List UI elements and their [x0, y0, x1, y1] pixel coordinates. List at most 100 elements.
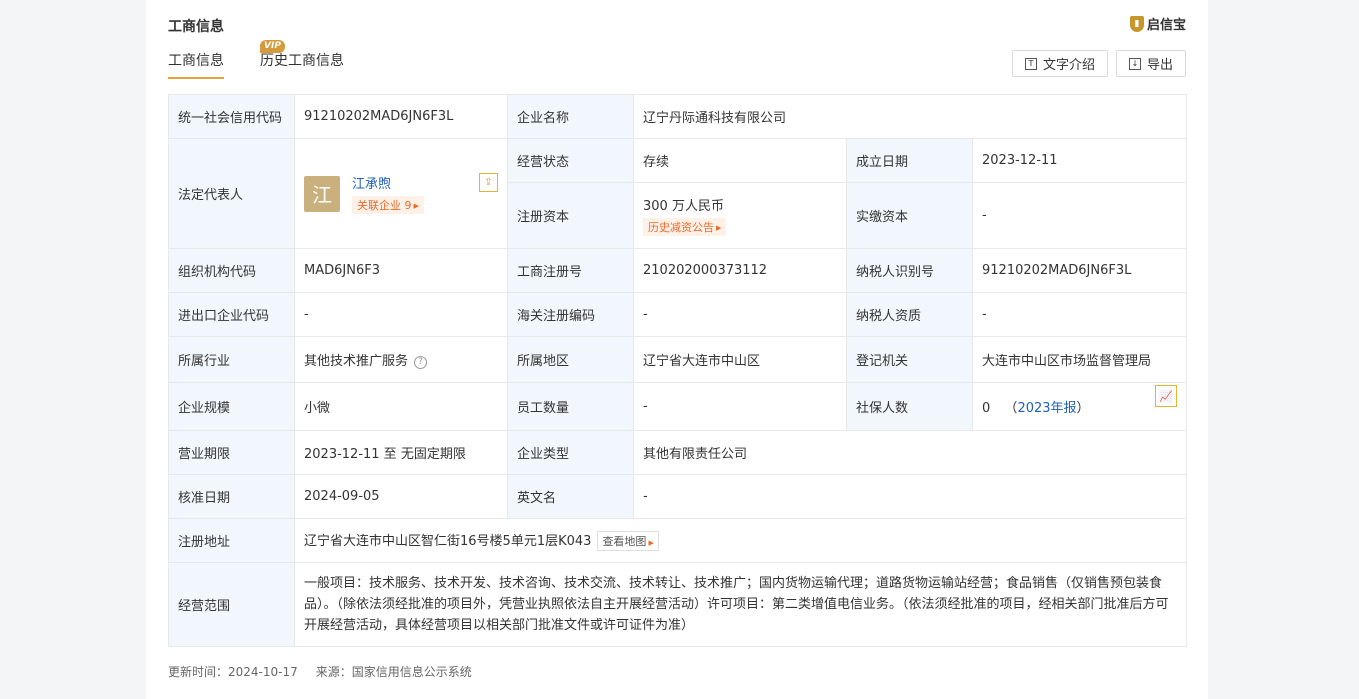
- table-row: 组织机构代码 MAD6JN6F3 工商注册号 210202000373112 纳…: [168, 248, 1188, 293]
- view-map-button[interactable]: 查看地图 ▶: [597, 531, 659, 551]
- industry-cell: 其他技术推广服务?: [294, 336, 508, 383]
- scope-value: 一般项目：技术服务、技术开发、技术咨询、技术交流、技术转让、技术推广；国内货物运…: [293, 562, 1188, 647]
- table-row: 营业期限 2023-12-11 至 无固定期限 企业类型 其他有限责任公司: [168, 430, 1188, 475]
- field-label: 进出口企业代码: [168, 292, 295, 337]
- vip-badge: VIP: [260, 40, 285, 53]
- field-label: 注册资本: [507, 182, 634, 249]
- action-buttons: T 文字介绍 ↓ 导出: [1011, 50, 1186, 77]
- legal-rep: 江 江承煦 关联企业 9 ▶ ⇪: [304, 173, 498, 214]
- footer: 更新时间：2024-10-17 来源：国家信用信息公示系统: [168, 663, 472, 680]
- field-label: 企业类型: [507, 430, 634, 475]
- table-row: 所属行业 其他技术推广服务? 所属地区 辽宁省大连市中山区 登记机关 大连市中山…: [168, 336, 1188, 383]
- insured-wrap: 0 （2023年报） 📈: [982, 385, 1178, 416]
- section-title: 工商信息: [168, 19, 224, 35]
- field-label: 所属地区: [507, 336, 634, 383]
- button-label: 查看地图: [602, 535, 647, 548]
- paren-close: ）: [1076, 401, 1090, 416]
- button-label: 文字介绍: [1042, 58, 1095, 73]
- field-label: 经营范围: [168, 562, 295, 647]
- help-icon[interactable]: ?: [414, 356, 428, 369]
- caret-right-icon: ▶: [716, 224, 722, 232]
- type-value: 其他有限责任公司: [632, 430, 1188, 475]
- reg-capital-value: 300 万人民币: [643, 199, 724, 214]
- text-intro-button[interactable]: T 文字介绍: [1011, 50, 1108, 77]
- table-row: 企业规模 小微 员工数量 - 社保人数 0 （2023年报） 📈: [168, 382, 1188, 431]
- field-label: 纳税人识别号: [846, 248, 973, 293]
- field-label: 注册地址: [168, 518, 295, 563]
- english-name-value: -: [632, 474, 1188, 519]
- field-label: 法定代表人: [168, 138, 295, 249]
- field-label: 企业规模: [168, 382, 295, 431]
- avatar: 江: [304, 175, 340, 212]
- reg-no-value: 210202000373112: [633, 248, 847, 293]
- field-label: 纳税人资质: [846, 292, 973, 337]
- related-companies-tag[interactable]: 关联企业 9 ▶: [352, 196, 424, 214]
- legal-rep-name-link[interactable]: 江承煦: [352, 173, 424, 192]
- share-icon[interactable]: ⇪: [479, 173, 498, 192]
- trend-chart-icon[interactable]: 📈: [1155, 385, 1178, 407]
- updated-time: 更新时间：2024-10-17: [168, 665, 298, 679]
- industry-value: 其他技术推广服务: [304, 354, 409, 369]
- field-label: 核准日期: [168, 474, 295, 519]
- field-label: 英文名: [507, 474, 634, 519]
- credit-code-value: 91210202MAD6JN6F3L: [294, 94, 508, 139]
- field-label: 实缴资本: [846, 182, 973, 249]
- insured-cell: 0 （2023年报） 📈: [971, 382, 1188, 431]
- tab-history-business-info[interactable]: VIP 历史工商信息: [260, 40, 344, 79]
- field-label: 海关注册编码: [507, 292, 634, 337]
- tag-label: 历史减资公告: [648, 221, 714, 234]
- region-value: 辽宁省大连市中山区: [633, 336, 847, 383]
- taxpayer-id-value: 91210202MAD6JN6F3L: [971, 248, 1188, 293]
- button-label: 导出: [1146, 58, 1173, 73]
- field-label: 所属行业: [168, 336, 295, 383]
- table-row: 统一社会信用代码 91210202MAD6JN6F3L 企业名称 辽宁丹际通科技…: [168, 94, 1188, 139]
- address-value: 辽宁省大连市中山区智仁街16号楼5单元1层K043: [304, 534, 592, 549]
- table-row: 进出口企业代码 - 海关注册编码 - 纳税人资质 -: [168, 292, 1188, 337]
- brand-logo: ▮ 启信宝: [1129, 14, 1186, 33]
- org-code-value: MAD6JN6F3: [294, 248, 508, 293]
- export-button[interactable]: ↓ 导出: [1115, 50, 1186, 77]
- reg-capital-cell: 300 万人民币 历史减资公告 ▶: [633, 182, 847, 249]
- company-name-value: 辽宁丹际通科技有限公司: [632, 94, 1188, 139]
- field-label: 统一社会信用代码: [168, 94, 295, 139]
- term-value: 2023-12-11 至 无固定期限: [294, 430, 508, 475]
- tab-business-info[interactable]: 工商信息: [168, 50, 224, 79]
- business-info-panel: 工商信息 ▮ 启信宝 工商信息 VIP 历史工商信息 T 文字介绍 ↓ 导出 统…: [146, 0, 1208, 699]
- field-label: 社保人数: [846, 382, 973, 431]
- approved-value: 2024-09-05: [294, 474, 508, 519]
- capital-history-tag[interactable]: 历史减资公告 ▶: [643, 218, 727, 236]
- employees-value: -: [633, 382, 847, 431]
- tag-label: 关联企业 9: [357, 199, 412, 212]
- paren-open: （: [1004, 401, 1018, 416]
- caret-right-icon: ▶: [413, 202, 419, 210]
- legal-rep-cell: 江 江承煦 关联企业 9 ▶ ⇪: [294, 138, 508, 249]
- business-info-table: 统一社会信用代码 91210202MAD6JN6F3L 企业名称 辽宁丹际通科技…: [168, 94, 1188, 647]
- data-source: 来源：国家信用信息公示系统: [315, 665, 472, 679]
- brand-name: 启信宝: [1146, 18, 1186, 33]
- address-cell: 辽宁省大连市中山区智仁街16号楼5单元1层K043 查看地图 ▶: [293, 518, 1188, 563]
- status-value: 存续: [633, 138, 847, 183]
- field-label: 工商注册号: [507, 248, 634, 293]
- field-label: 员工数量: [507, 382, 634, 431]
- shield-icon: ▮: [1129, 15, 1144, 32]
- field-label: 组织机构代码: [168, 248, 295, 293]
- import-export-value: -: [294, 292, 508, 337]
- tab-label: 历史工商信息: [260, 53, 344, 69]
- tab-bar: 工商信息 VIP 历史工商信息: [168, 40, 344, 79]
- export-icon: ↓: [1128, 57, 1141, 70]
- authority-value: 大连市中山区市场监督管理局: [971, 336, 1188, 383]
- tab-label: 工商信息: [168, 53, 224, 69]
- founded-value: 2023-12-11: [971, 138, 1188, 183]
- paid-capital-value: -: [971, 182, 1188, 249]
- text-icon: T: [1024, 57, 1037, 70]
- table-row: 核准日期 2024-09-05 英文名 -: [168, 474, 1188, 519]
- insured-value: 0: [982, 401, 991, 416]
- caret-right-icon: ▶: [648, 539, 654, 547]
- taxpayer-qual-value: -: [971, 292, 1188, 337]
- field-label: 经营状态: [507, 138, 634, 183]
- table-row: 注册地址 辽宁省大连市中山区智仁街16号楼5单元1层K043 查看地图 ▶: [168, 518, 1188, 563]
- table-row: 法定代表人 江 江承煦 关联企业 9 ▶ ⇪ 经营状态 存续 成立日期 2023-…: [168, 138, 1188, 249]
- table-row: 经营范围 一般项目：技术服务、技术开发、技术咨询、技术交流、技术转让、技术推广；…: [168, 562, 1188, 647]
- field-label: 登记机关: [846, 336, 973, 383]
- annual-report-link[interactable]: 2023年报: [1017, 401, 1076, 416]
